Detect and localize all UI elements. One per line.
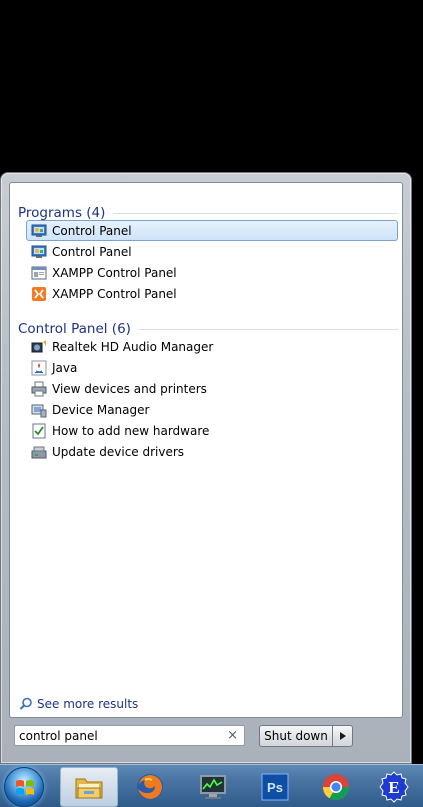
shut-down-button[interactable]: Shut down <box>259 725 332 747</box>
drivers-icon <box>31 444 47 460</box>
result-add-new-hardware[interactable]: How to add new hardware <box>26 420 398 441</box>
speaker-icon <box>31 339 47 355</box>
taskbar-explorer-button[interactable] <box>60 767 118 807</box>
result-label: XAMPP Control Panel <box>52 286 177 301</box>
start-button[interactable] <box>4 767 44 807</box>
power-buttons: Shut down <box>259 725 353 747</box>
device-manager-icon <box>31 402 47 418</box>
taskbar-e-app-button[interactable]: E <box>368 767 420 807</box>
xampp-window-icon <box>31 265 47 281</box>
firefox-icon <box>137 774 163 800</box>
result-label: XAMPP Control Panel <box>52 265 177 280</box>
taskbar-task-manager-button[interactable] <box>184 767 242 807</box>
result-label: How to add new hardware <box>52 423 210 438</box>
photoshop-label: Ps <box>267 780 283 795</box>
result-label: Java <box>52 360 78 375</box>
control-panel-results: Realtek HD Audio Manager Java View devic… <box>26 336 398 462</box>
result-update-device-drivers[interactable]: Update device drivers <box>26 441 398 462</box>
control-panel-icon <box>31 244 47 260</box>
section-divider <box>138 328 398 330</box>
shutdown-options-button[interactable] <box>332 725 353 747</box>
taskbar: Ps E <box>0 764 423 807</box>
start-menu: Programs (4) Control Panel Control Panel… <box>0 172 412 764</box>
chevron-right-icon <box>339 732 346 740</box>
result-label: View devices and printers <box>52 381 207 396</box>
windows-logo-icon <box>16 780 34 795</box>
result-label: Device Manager <box>52 402 150 417</box>
section-divider <box>113 212 398 214</box>
see-more-label: See more results <box>37 697 139 711</box>
e-app-label: E <box>388 778 399 797</box>
result-control-panel-selected[interactable]: Control Panel <box>26 220 398 241</box>
result-label: Realtek HD Audio Manager <box>52 339 214 354</box>
programs-results: Control Panel Control Panel XAMPP Contro… <box>26 220 398 304</box>
xampp-icon <box>31 286 47 302</box>
taskbar-photoshop-button[interactable]: Ps <box>246 767 304 807</box>
hardware-checklist-icon <box>31 423 47 439</box>
control-panel-icon <box>31 223 47 239</box>
taskbar-chrome-button[interactable] <box>307 767 365 807</box>
start-search-input[interactable] <box>15 727 215 744</box>
java-icon <box>31 360 47 376</box>
printer-icon <box>31 381 47 397</box>
start-search-box[interactable]: × <box>14 725 245 746</box>
result-label: Update device drivers <box>52 444 185 459</box>
e-app-icon: E <box>379 771 409 803</box>
see-more-results-link[interactable]: See more results <box>19 697 138 711</box>
search-icon <box>19 697 32 710</box>
result-view-devices-printers[interactable]: View devices and printers <box>26 378 398 399</box>
chrome-icon <box>322 774 350 801</box>
result-control-panel[interactable]: Control Panel <box>26 241 398 262</box>
programs-header-label: Programs (4) <box>18 205 106 221</box>
result-realtek-audio[interactable]: Realtek HD Audio Manager <box>26 336 398 357</box>
monitor-icon <box>200 775 226 799</box>
result-xampp-control-panel[interactable]: XAMPP Control Panel <box>26 262 398 283</box>
result-label: Control Panel <box>52 244 132 259</box>
folder-icon <box>75 778 103 799</box>
clear-search-icon[interactable]: × <box>227 728 238 744</box>
result-java[interactable]: Java <box>26 357 398 378</box>
taskbar-firefox-button[interactable] <box>121 767 179 807</box>
result-xampp-control-panel-orange[interactable]: XAMPP Control Panel <box>26 283 398 304</box>
result-device-manager[interactable]: Device Manager <box>26 399 398 420</box>
photoshop-icon: Ps <box>261 773 289 801</box>
result-label: Control Panel <box>52 223 132 238</box>
control-panel-header-label: Control Panel (6) <box>18 321 131 337</box>
search-results-pane: Programs (4) Control Panel Control Panel… <box>9 182 403 718</box>
